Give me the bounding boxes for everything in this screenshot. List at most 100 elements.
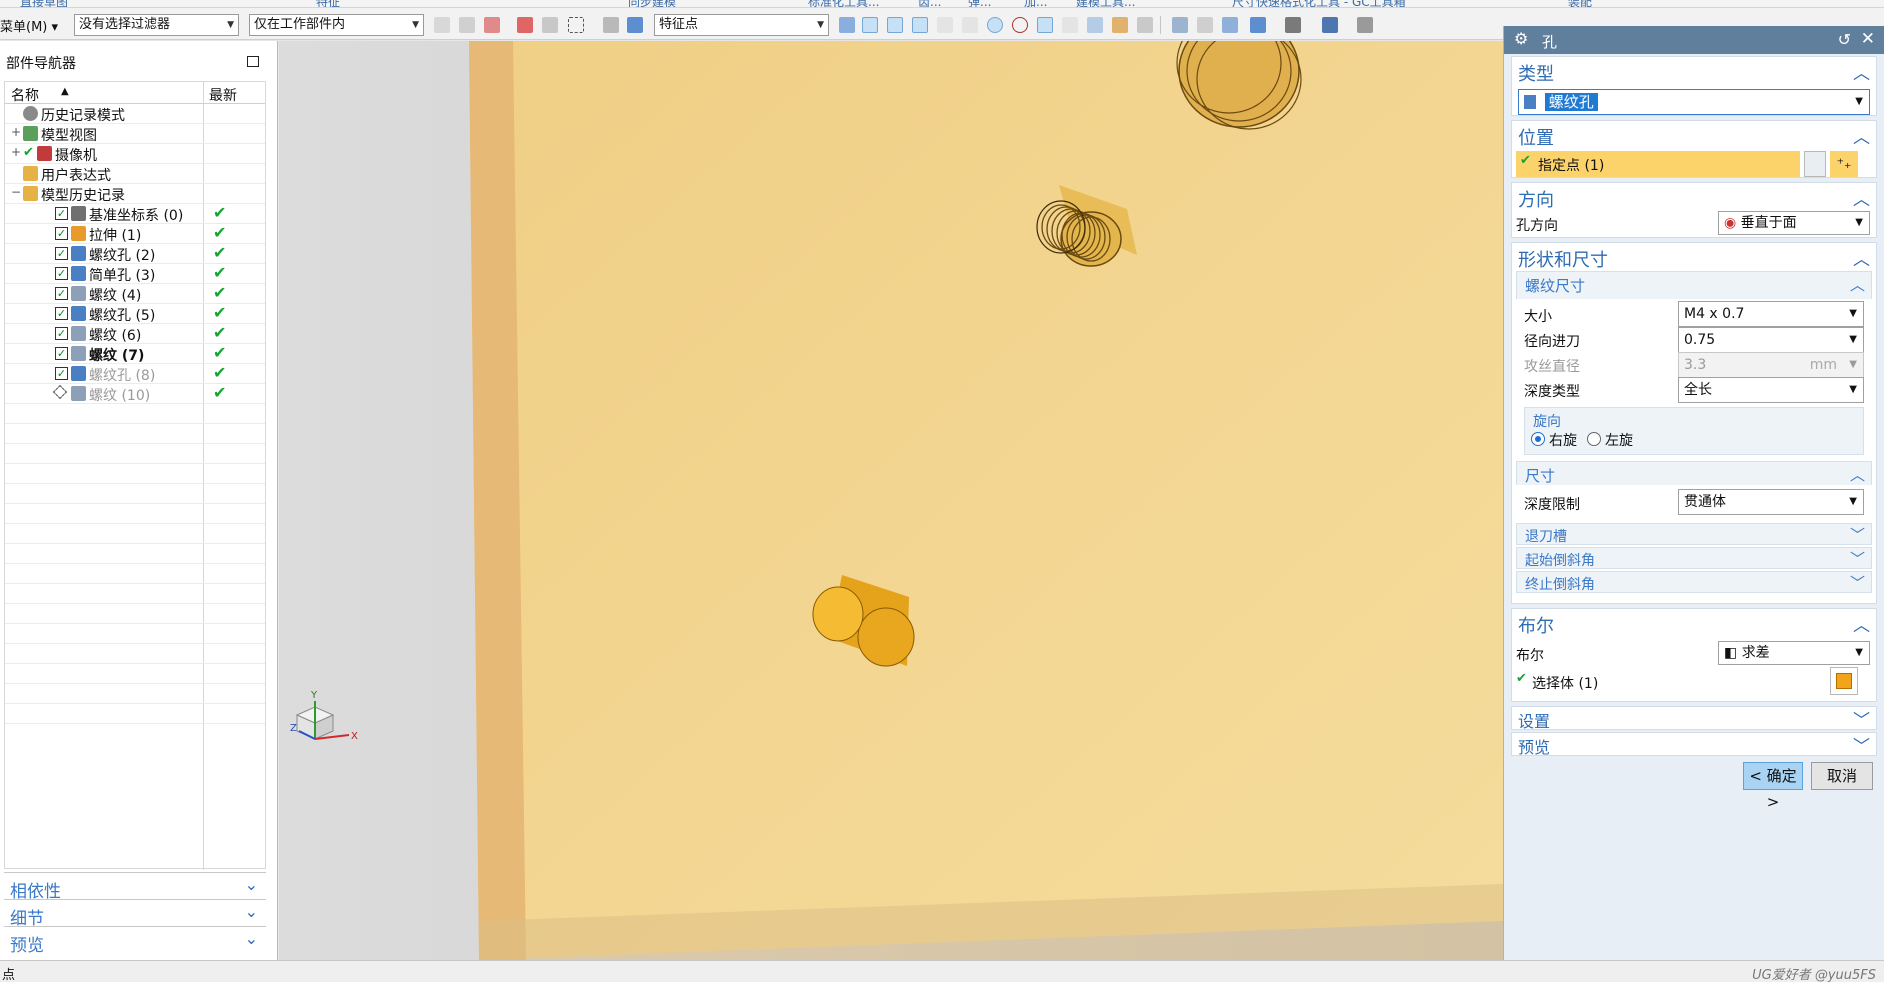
tree-row[interactable]: − 模型历史记录 — [5, 184, 265, 204]
depth-type-select[interactable]: 全长 ▼ — [1678, 377, 1864, 403]
tree-row[interactable]: ✓ 螺纹 (7) ✔ — [5, 343, 265, 364]
reset-icon[interactable]: ↺ — [1838, 30, 1851, 49]
tree-row[interactable]: ✓ 螺纹孔 (2) ✔ — [5, 243, 265, 264]
quadrant-snap-icon[interactable] — [1012, 17, 1028, 33]
visibility-checkbox[interactable]: ✓ — [55, 287, 68, 300]
body-selection-icon[interactable] — [1830, 667, 1858, 695]
ribbon-tab[interactable]: 特征 — [316, 0, 340, 7]
point-on-curve-icon[interactable] — [1062, 17, 1078, 33]
intersection-snap-icon[interactable] — [1037, 17, 1053, 33]
relief-subgroup[interactable]: 退刀槽 ﹀ — [1516, 523, 1872, 545]
tree-row[interactable]: 螺纹 (10) ✔ — [5, 383, 265, 404]
tree-row[interactable]: ✓ 螺纹 (6) ✔ — [5, 323, 265, 344]
left-hand-radio[interactable] — [1587, 432, 1601, 446]
center-snap-icon[interactable] — [987, 17, 1003, 33]
bounded-grid-icon[interactable] — [1112, 17, 1128, 33]
tree-row[interactable]: ✓ 螺纹孔 (8) ✔ — [5, 363, 265, 384]
visibility-checkbox[interactable]: ✓ — [55, 307, 68, 320]
hole-type-select[interactable]: 螺纹孔 ▼ — [1518, 89, 1870, 115]
gear-icon[interactable]: ⚙ — [1514, 29, 1528, 48]
point-on-face-icon[interactable] — [1087, 17, 1103, 33]
graphics-viewport[interactable]: Y X Z — [279, 41, 1503, 960]
cube-icon[interactable] — [627, 17, 643, 33]
dependencies-section[interactable]: 相依性 ⌄ — [4, 872, 266, 902]
visibility-checkbox[interactable]: ✓ — [55, 207, 68, 220]
feature-select-icon[interactable] — [484, 17, 500, 33]
chevron-up-icon[interactable]: ︿ — [1850, 464, 1865, 485]
visibility-checkbox[interactable]: ✓ — [55, 327, 68, 340]
hole-direction-select[interactable]: ◉ 垂直于面 ▼ — [1718, 211, 1870, 235]
snap-icon[interactable] — [542, 17, 558, 33]
specify-point-row[interactable]: ✔ 指定点 (1) — [1516, 151, 1800, 177]
perpendicular-snap-icon[interactable] — [962, 17, 978, 33]
visibility-checkbox[interactable]: ✓ — [55, 227, 68, 240]
scope-filter-select[interactable]: 仅在工作部件内 ▼ — [249, 14, 424, 36]
rotate-icon[interactable] — [1222, 17, 1238, 33]
endpoint-snap-icon[interactable] — [862, 17, 878, 33]
tree-row[interactable]: 历史记录模式 — [5, 104, 265, 124]
preview-group[interactable]: 预览 ﹀ — [1511, 732, 1877, 757]
subgroup-header[interactable]: 尺寸 — [1525, 465, 1555, 486]
ribbon-tab[interactable]: 同步建模 — [628, 0, 676, 7]
shaded-icon[interactable] — [1322, 17, 1338, 33]
select-body-label[interactable]: 选择体 (1) — [1532, 673, 1598, 693]
collapse-icon[interactable]: − — [11, 185, 21, 199]
midpoint-snap-icon[interactable] — [912, 17, 928, 33]
chevron-up-icon[interactable]: ︿ — [1853, 185, 1870, 210]
menu-button[interactable]: 菜单(M) ▾ — [0, 16, 58, 35]
chevron-up-icon[interactable]: ︿ — [1853, 611, 1870, 636]
curve-snap-icon[interactable] — [937, 17, 953, 33]
subgroup-header[interactable]: 螺纹尺寸 — [1525, 275, 1585, 296]
line-snap-icon[interactable] — [887, 17, 903, 33]
tree-row[interactable]: ✓ 基准坐标系 (0) ✔ — [5, 203, 265, 224]
cancel-button[interactable]: 取消 — [1811, 762, 1873, 790]
view-icon[interactable] — [603, 17, 619, 33]
ribbon-tab[interactable]: 建模工具... — [1076, 0, 1135, 7]
visibility-checkbox[interactable]: ✓ — [55, 247, 68, 260]
chevron-up-icon[interactable]: ︿ — [1853, 59, 1870, 84]
column-header-latest[interactable]: 最新 — [209, 85, 237, 105]
ribbon-tab[interactable]: 标准化工具... — [808, 0, 879, 7]
tree-row[interactable]: + ✔ 摄像机 — [5, 144, 265, 164]
box-select-icon[interactable] — [568, 17, 584, 33]
tree-row[interactable]: ✓ 螺纹孔 (5) ✔ — [5, 303, 265, 324]
tree-row[interactable]: ✓ 拉伸 (1) ✔ — [5, 223, 265, 244]
rule-icon[interactable] — [517, 17, 533, 33]
orient-view-icon[interactable] — [1250, 17, 1266, 33]
close-icon[interactable]: ✕ — [1861, 29, 1875, 49]
deselect-icon[interactable] — [459, 17, 475, 33]
ribbon-tab[interactable]: 齿... — [918, 0, 941, 7]
zoom-icon[interactable] — [1197, 17, 1213, 33]
group-header[interactable]: 形状和尺寸 — [1518, 246, 1608, 272]
point-dialog-icon[interactable] — [1804, 151, 1826, 177]
tree-row[interactable]: ✓ 螺纹 (4) ✔ — [5, 283, 265, 304]
maximize-icon[interactable] — [247, 56, 259, 67]
visibility-checkbox[interactable] — [52, 384, 68, 400]
details-section[interactable]: 细节 ⌄ — [4, 899, 266, 929]
depth-limit-select[interactable]: 贯通体 ▼ — [1678, 489, 1864, 515]
snap-point-select[interactable]: 特征点 ▼ — [654, 14, 829, 36]
render-style-icon[interactable] — [1285, 17, 1301, 33]
chevron-up-icon[interactable]: ︿ — [1853, 245, 1870, 270]
expand-icon[interactable]: + — [11, 145, 21, 159]
group-header[interactable]: 方向 — [1518, 186, 1554, 212]
arrow-icon[interactable] — [839, 17, 855, 33]
dialog-titlebar[interactable]: ⚙ 孔 ↺ ✕ — [1504, 26, 1884, 54]
grid-icon[interactable] — [1137, 17, 1153, 33]
ok-button[interactable]: < 确定 > — [1743, 762, 1803, 811]
ribbon-tab[interactable]: 直接草图 — [20, 0, 68, 7]
chevron-up-icon[interactable]: ︿ — [1853, 123, 1870, 148]
filter-icon[interactable] — [434, 17, 450, 33]
ribbon-tab[interactable]: 加... — [1024, 0, 1047, 7]
group-header[interactable]: 位置 — [1518, 124, 1554, 150]
section-icon[interactable] — [1357, 17, 1373, 33]
right-hand-radio[interactable] — [1531, 432, 1545, 446]
expand-icon[interactable]: + — [11, 125, 21, 139]
add-point-icon[interactable]: ⁺₊ — [1830, 151, 1858, 177]
ribbon-tab[interactable]: 尺寸快速格式化工具 - GC工具箱 — [1232, 0, 1406, 7]
end-chamfer-subgroup[interactable]: 终止倒斜角 ﹀ — [1516, 571, 1872, 593]
part-top-face[interactable] — [469, 41, 1503, 960]
type-filter-select[interactable]: 没有选择过滤器 ▼ — [74, 14, 239, 36]
visibility-checkbox[interactable]: ✓ — [55, 267, 68, 280]
column-header-name[interactable]: 名称 — [11, 85, 39, 105]
